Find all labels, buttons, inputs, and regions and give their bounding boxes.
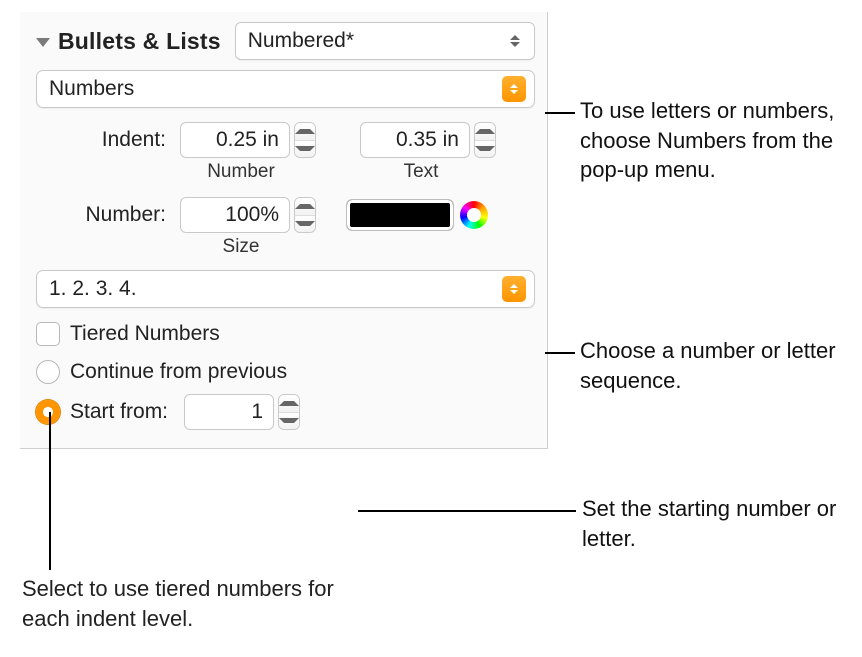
list-style-dropdown[interactable]: Numbered* <box>235 22 535 60</box>
stepper-down-icon[interactable] <box>295 140 315 158</box>
indent-label: Indent: <box>36 128 166 152</box>
number-size-sublabel: Size <box>166 236 316 258</box>
stepper-down-icon[interactable] <box>295 215 315 233</box>
chevron-updown-icon <box>504 29 526 53</box>
continue-from-previous-row: Continue from previous <box>36 360 535 384</box>
tiered-numbers-checkbox[interactable] <box>36 322 60 346</box>
callout-sequence: Choose a number or letter sequence. <box>580 336 850 395</box>
stepper-up-icon[interactable] <box>295 198 315 215</box>
number-size-field[interactable]: 100% <box>180 197 290 233</box>
tiered-numbers-row: Tiered Numbers <box>36 322 535 346</box>
number-label: Number: <box>36 203 166 227</box>
indent-row: Indent: 0.25 in 0.35 in Number Te <box>36 122 535 183</box>
chevron-updown-icon <box>502 276 526 302</box>
section-title: Bullets & Lists <box>58 28 221 55</box>
bullets-lists-panel: Bullets & Lists Numbered* Numbers Indent… <box>20 12 548 449</box>
bullet-type-value: Numbers <box>49 77 134 101</box>
number-size-stepper[interactable] <box>294 197 316 233</box>
number-row: Number: 100% Size <box>36 197 535 258</box>
start-from-row: Start from: 1 <box>36 394 535 430</box>
callout-start: Set the starting number or letter. <box>582 494 842 553</box>
callout-type: To use letters or numbers, choose Number… <box>580 96 850 185</box>
leader-line <box>545 352 575 354</box>
indent-text-field[interactable]: 0.35 in <box>360 122 470 158</box>
tiered-numbers-label: Tiered Numbers <box>70 322 220 346</box>
indent-text-sublabel: Text <box>346 161 496 183</box>
panel-header: Bullets & Lists Numbered* <box>36 22 535 60</box>
list-style-value: Numbered* <box>248 29 354 53</box>
number-color-well[interactable] <box>346 199 454 231</box>
stepper-up-icon[interactable] <box>279 395 299 412</box>
leader-line <box>49 412 51 570</box>
start-from-label: Start from: <box>70 400 168 424</box>
indent-number-field[interactable]: 0.25 in <box>180 122 290 158</box>
bullet-type-dropdown[interactable]: Numbers <box>36 70 535 108</box>
stepper-down-icon[interactable] <box>475 140 495 158</box>
stepper-down-icon[interactable] <box>279 412 299 430</box>
start-from-radio[interactable] <box>36 400 60 424</box>
disclosure-triangle-icon[interactable] <box>36 38 50 47</box>
start-from-field[interactable]: 1 <box>184 394 274 430</box>
callout-tiered: Select to use tiered numbers for each in… <box>22 574 382 633</box>
sequence-value: 1. 2. 3. 4. <box>49 277 137 301</box>
stepper-up-icon[interactable] <box>475 123 495 140</box>
indent-number-stepper[interactable] <box>294 122 316 158</box>
start-from-stepper[interactable] <box>278 394 300 430</box>
leader-line <box>358 510 576 512</box>
continue-radio[interactable] <box>36 360 60 384</box>
continue-label: Continue from previous <box>70 360 287 384</box>
color-picker-icon[interactable] <box>460 201 488 229</box>
leader-line <box>545 112 575 114</box>
indent-text-stepper[interactable] <box>474 122 496 158</box>
indent-number-sublabel: Number <box>166 161 316 183</box>
chevron-updown-icon <box>502 76 526 102</box>
sequence-dropdown[interactable]: 1. 2. 3. 4. <box>36 270 535 308</box>
stepper-up-icon[interactable] <box>295 123 315 140</box>
